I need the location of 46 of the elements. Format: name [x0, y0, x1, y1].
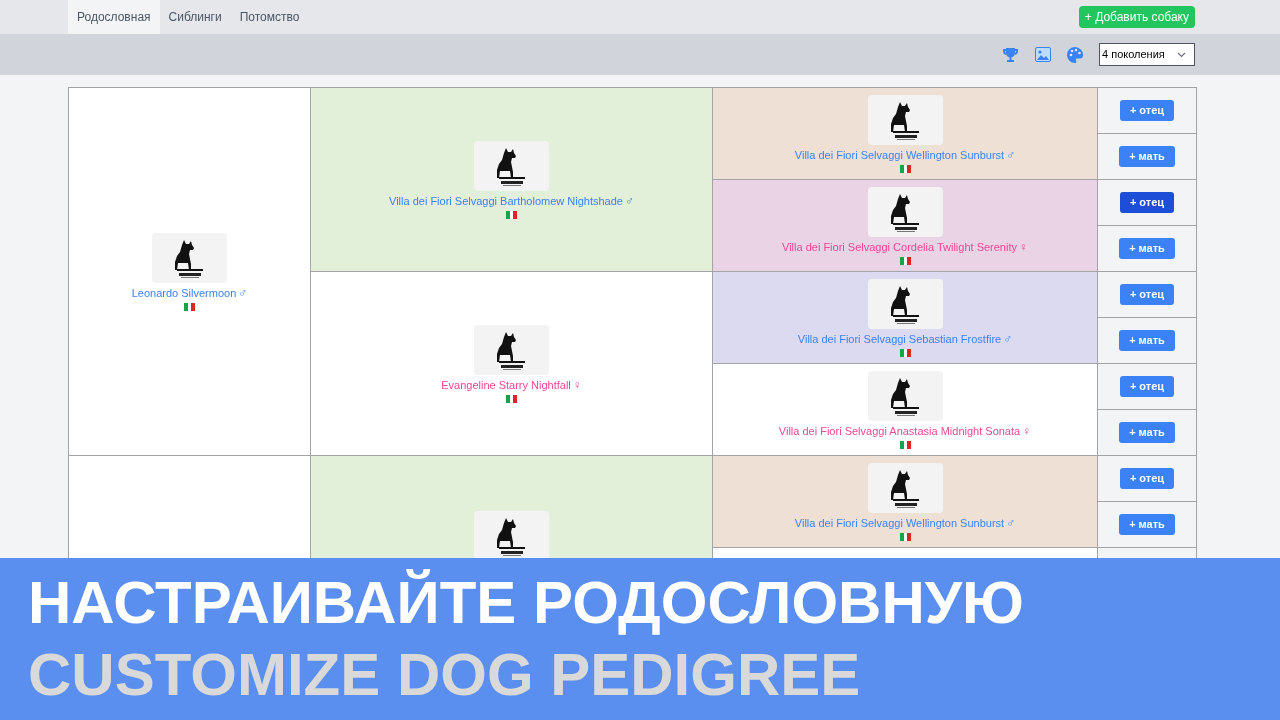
banner-subtitle: CUSTOMIZE DOG PEDIGREE — [28, 640, 861, 710]
sex-symbol: ♂ — [625, 193, 634, 208]
italy-flag-icon — [899, 348, 911, 357]
dog-name-link[interactable]: Villa dei Fiori Selvaggi Sebastian Frostfire — [797, 331, 1002, 346]
generations-select[interactable]: 4 поколения — [1099, 43, 1195, 66]
dog-name-link[interactable]: Evangeline Starry Nightfall — [441, 377, 571, 392]
add-parent-button[interactable]: + отец — [1119, 376, 1175, 397]
italy-flag-icon — [184, 302, 195, 311]
banner-title: НАСТРАИВАЙТЕ РОДОСЛОВНУЮ — [28, 568, 1024, 638]
dog-name-link[interactable]: Villa dei Fiori Selvaggi Wellington Sunburst — [794, 147, 1005, 162]
tab[interactable]: Потомство — [230, 0, 309, 34]
trophy-icon[interactable] — [1002, 46, 1019, 63]
add-parent-button[interactable]: + мать — [1119, 422, 1175, 443]
sex-symbol: ♂ — [1006, 147, 1016, 162]
sex-symbol: ♂ — [238, 285, 248, 300]
sex-symbol: ♀ — [1019, 239, 1028, 254]
add-parent-button[interactable]: + мать — [1119, 330, 1175, 351]
image-icon[interactable] — [1035, 47, 1051, 62]
dog-name-link[interactable]: Leonardo Silvermoon — [131, 285, 237, 300]
add-parent-button[interactable]: + отец — [1119, 468, 1175, 489]
tab[interactable]: Сиблинги — [159, 0, 231, 34]
sex-symbol: ♂ — [1003, 331, 1013, 346]
dog-name-link[interactable]: Villa dei Fiori Selvaggi Wellington Sunburst — [794, 515, 1005, 530]
tab[interactable]: Родословная — [68, 0, 160, 34]
add-parent-button[interactable]: + мать — [1119, 514, 1175, 535]
italy-flag-icon — [899, 532, 911, 541]
palette-icon[interactable] — [1067, 46, 1083, 63]
dog-name-link[interactable]: Villa dei Fiori Selvaggi Anastasia Midnight Sonata — [778, 423, 1021, 438]
dog-name-link[interactable]: Villa dei Fiori Selvaggi Bartholomew Nightshade — [389, 193, 623, 208]
italy-flag-icon — [899, 440, 911, 449]
add-dog-button[interactable]: + Добавить собаку — [1078, 6, 1195, 28]
italy-flag-icon — [899, 164, 911, 173]
add-parent-button[interactable]: + отец — [1119, 192, 1175, 213]
dog-name-link[interactable]: Villa dei Fiori Selvaggi Cordelia Twilight Serenity — [782, 239, 1017, 254]
sex-symbol: ♀ — [572, 377, 582, 392]
generations-value: 4 поколения — [1102, 47, 1165, 63]
add-parent-button[interactable]: + отец — [1119, 100, 1175, 121]
add-parent-button[interactable]: + отец — [1119, 284, 1175, 305]
add-parent-button[interactable]: + мать — [1119, 238, 1175, 259]
sex-symbol: ♂ — [1006, 515, 1016, 530]
sex-symbol: ♀ — [1022, 423, 1032, 438]
italy-flag-icon — [506, 394, 517, 403]
italy-flag-icon — [899, 256, 911, 265]
italy-flag-icon — [506, 210, 517, 219]
chevron-down-icon — [1177, 51, 1186, 58]
add-parent-button[interactable]: + мать — [1119, 146, 1175, 167]
